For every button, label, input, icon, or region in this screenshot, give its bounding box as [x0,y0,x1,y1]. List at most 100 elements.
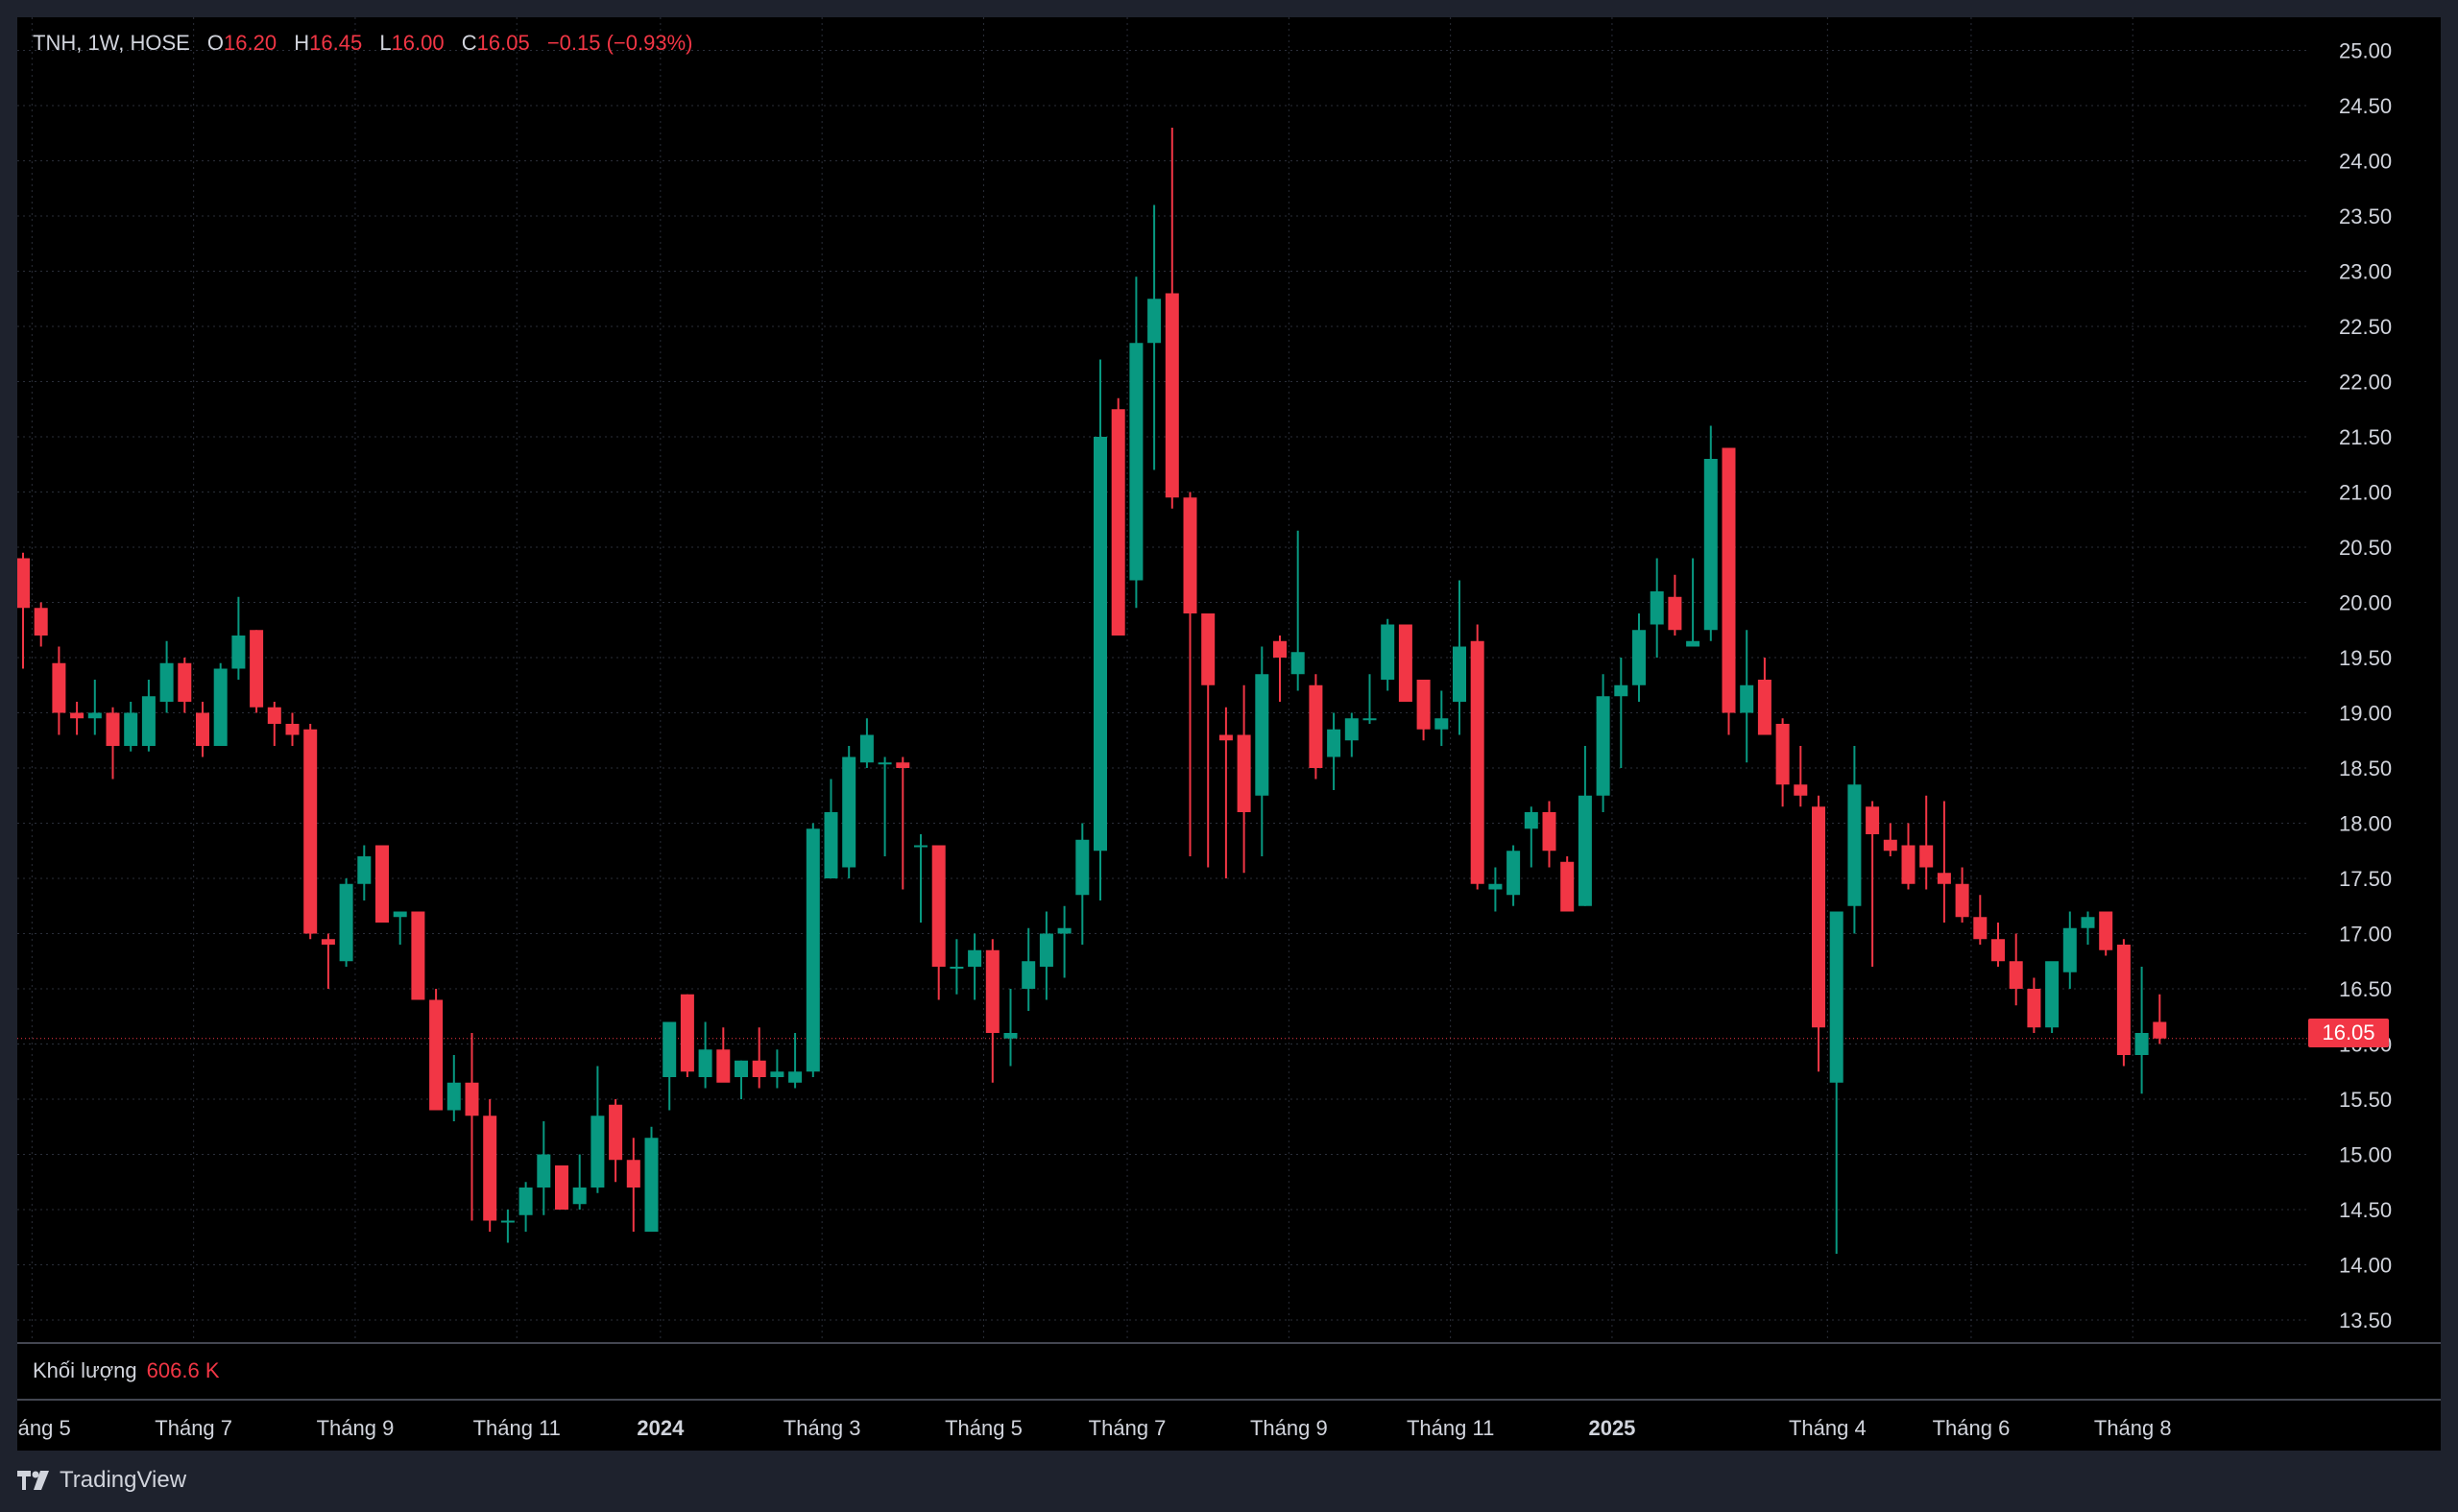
candle-body [1273,640,1287,658]
candle-body [1991,939,2005,962]
candle-body [914,845,928,848]
candle-body [931,845,946,967]
candle-body [752,1060,766,1077]
close-value: 16.05 [476,31,530,55]
change-value: −0.15 (−0.93%) [546,31,693,55]
candle-body [716,1049,731,1083]
chart-panel[interactable]: 25.00 24.50 24.00 23.50 23.00 22.50 22.00 21.50… [17,17,2441,1451]
y-tick-label: 19.50 [2339,646,2392,670]
symbol-name: TNH, 1W, HOSE [33,31,190,55]
candle-body [1668,596,1682,631]
candle-body [2009,961,2023,989]
candle-body [196,712,209,746]
candle-body [1901,845,1916,884]
x-tick-label: Tháng 7 [1089,1416,1167,1440]
y-tick-label: 15.00 [2339,1143,2392,1167]
y-tick-label: 23.00 [2339,260,2392,284]
candle-body [1506,851,1521,896]
y-tick-label: 22.00 [2339,371,2392,395]
x-tick-label: Tháng 5 [17,1416,71,1440]
volume-legend: Khối lượng 606.6 K [33,1358,220,1383]
candle-body [518,1188,533,1215]
candle-body [1003,1033,1018,1039]
candle-body [1722,447,1736,713]
candle-body [663,1021,677,1077]
x-tick-label: Tháng 9 [1250,1416,1328,1440]
candle-body [680,994,694,1072]
close-label: C [461,31,477,55]
candle-body [1111,409,1125,636]
candle-body [1094,437,1107,852]
last-price-tag: 16.05 [2308,1019,2389,1047]
candle-body [1398,624,1412,702]
candle-body [788,1071,803,1083]
y-tick-label: 14.00 [2339,1254,2392,1278]
candle-body [87,712,102,719]
x-tick-label: Tháng 9 [317,1416,395,1440]
candle-body [609,1104,623,1161]
y-tick-label: 18.50 [2339,756,2392,780]
candle-body [1075,839,1090,896]
candle-body [878,762,892,765]
high-value: 16.45 [309,31,363,55]
candle-body [465,1082,479,1116]
low-label: L [379,31,392,55]
candle-body [1183,497,1197,613]
candle-body [213,668,228,746]
tradingview-logo[interactable]: TradingView [17,1467,186,1494]
candle-body [231,636,246,669]
candle-body [339,883,353,962]
candle-body [1218,734,1233,741]
candle-body [267,707,281,724]
candle-body [17,558,30,609]
candle-body [446,1082,461,1111]
candle-body [2027,989,2041,1028]
x-tick-label: Tháng 11 [1407,1416,1494,1440]
candle-body [1147,299,1162,344]
candle-body [1596,696,1610,796]
y-tick-label: 18.00 [2339,812,2392,836]
y-tick-label: 24.00 [2339,150,2392,174]
candle-body [1434,718,1449,730]
x-tick-label: Tháng 4 [1789,1416,1867,1440]
candle-body [2153,1021,2167,1039]
volume-label: Khối lượng [33,1358,137,1382]
candle-body [124,712,138,746]
candle-body [34,608,48,636]
candle-body [985,949,1000,1033]
candle-body [2045,961,2060,1028]
candle-body [2134,1033,2149,1055]
candle-body [842,756,856,868]
candle-body [572,1188,587,1205]
candle-body [1416,680,1431,730]
low-value: 16.00 [391,31,445,55]
y-tick-label: 19.00 [2339,702,2392,726]
candle-body [1614,684,1628,697]
candle-body [1470,640,1484,884]
open-label: O [206,31,225,55]
candle-body [896,762,910,768]
candle-body [1453,646,1466,702]
candle-body [1201,613,1216,685]
candle-body [303,729,318,934]
candle-body [2081,917,2095,928]
candle-body [537,1154,551,1188]
candle-body [806,828,820,1072]
candle-body [1327,729,1341,757]
candle-body [178,662,192,702]
candle-body [1057,927,1072,934]
candle-body [1632,630,1646,685]
candle-body [1578,795,1592,906]
candle-body [2116,945,2131,1055]
candlestick-chart[interactable]: 25.00 24.50 24.00 23.50 23.00 22.50 22.00 21.50… [17,17,2441,1451]
candle-body [968,949,982,967]
volume-value: 606.6 K [146,1358,220,1382]
x-tick-label: Tháng 6 [1933,1416,2011,1440]
candle-body [2099,911,2113,950]
candle-body [1381,624,1395,680]
candle-body [1703,459,1718,631]
candle-body [1883,839,1897,852]
open-value: 16.20 [224,31,277,55]
y-tick-label: 25.00 [2339,39,2392,63]
x-tick-label: Tháng 3 [783,1416,861,1440]
